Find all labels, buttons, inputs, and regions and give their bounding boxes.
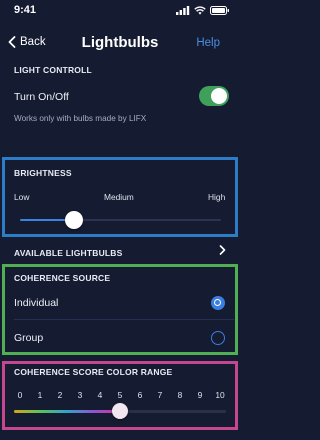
turn-on-off-toggle[interactable] [199, 86, 229, 106]
signal-icon [176, 5, 190, 15]
color-range-tick: 6 [137, 390, 143, 400]
help-button[interactable]: Help [196, 37, 220, 49]
color-range-tick: 4 [97, 390, 103, 400]
status-time: 9:41 [14, 4, 37, 16]
color-range-header: COHERENCE SCORE COLOR RANGE [14, 367, 173, 377]
status-bar: 9:41 [0, 0, 240, 20]
brightness-low-label: Low [14, 192, 30, 202]
color-range-tick: 5 [117, 390, 123, 400]
color-range-tick: 0 [17, 390, 23, 400]
color-range-tick: 8 [177, 390, 183, 400]
option-group-label[interactable]: Group [14, 332, 43, 344]
color-range-thumb[interactable] [112, 403, 128, 419]
color-range-gradient-fill [14, 410, 120, 413]
status-icons [176, 5, 230, 15]
brightness-header: BRIGHTNESS [14, 168, 72, 178]
nav-bar: Back Lightbulbs Help [0, 30, 240, 58]
color-range-tick: 2 [57, 390, 63, 400]
light-control-header: LIGHT CONTROLL [14, 65, 92, 75]
back-button[interactable]: Back [8, 36, 46, 48]
chevron-left-icon [8, 36, 16, 48]
color-range-tick: 10 [215, 390, 225, 400]
wifi-icon [194, 5, 206, 15]
brightness-medium-label: Medium [104, 192, 134, 202]
back-label: Back [20, 36, 46, 48]
option-individual-label[interactable]: Individual [14, 297, 58, 309]
divider [14, 319, 234, 320]
lifx-note: Works only with bulbs made by LIFX [14, 114, 147, 123]
brightness-slider-fill [20, 219, 71, 221]
brightness-high-label: High [208, 192, 226, 202]
color-range-tick: 7 [157, 390, 163, 400]
turn-on-off-label: Turn On/Off [14, 91, 69, 103]
group-radio[interactable] [211, 331, 225, 345]
brightness-slider-track[interactable] [20, 219, 221, 221]
available-lightbulbs-row[interactable]: AVAILABLE LIGHTBULBS [14, 248, 123, 258]
chevron-right-icon[interactable] [219, 245, 226, 255]
battery-icon [210, 5, 229, 15]
toggle-knob [211, 88, 227, 104]
coherence-source-header: COHERENCE SOURCE [14, 273, 111, 283]
color-range-tick: 1 [37, 390, 43, 400]
color-range-tick: 9 [197, 390, 203, 400]
color-range-tick: 3 [77, 390, 83, 400]
individual-radio[interactable] [211, 296, 225, 310]
